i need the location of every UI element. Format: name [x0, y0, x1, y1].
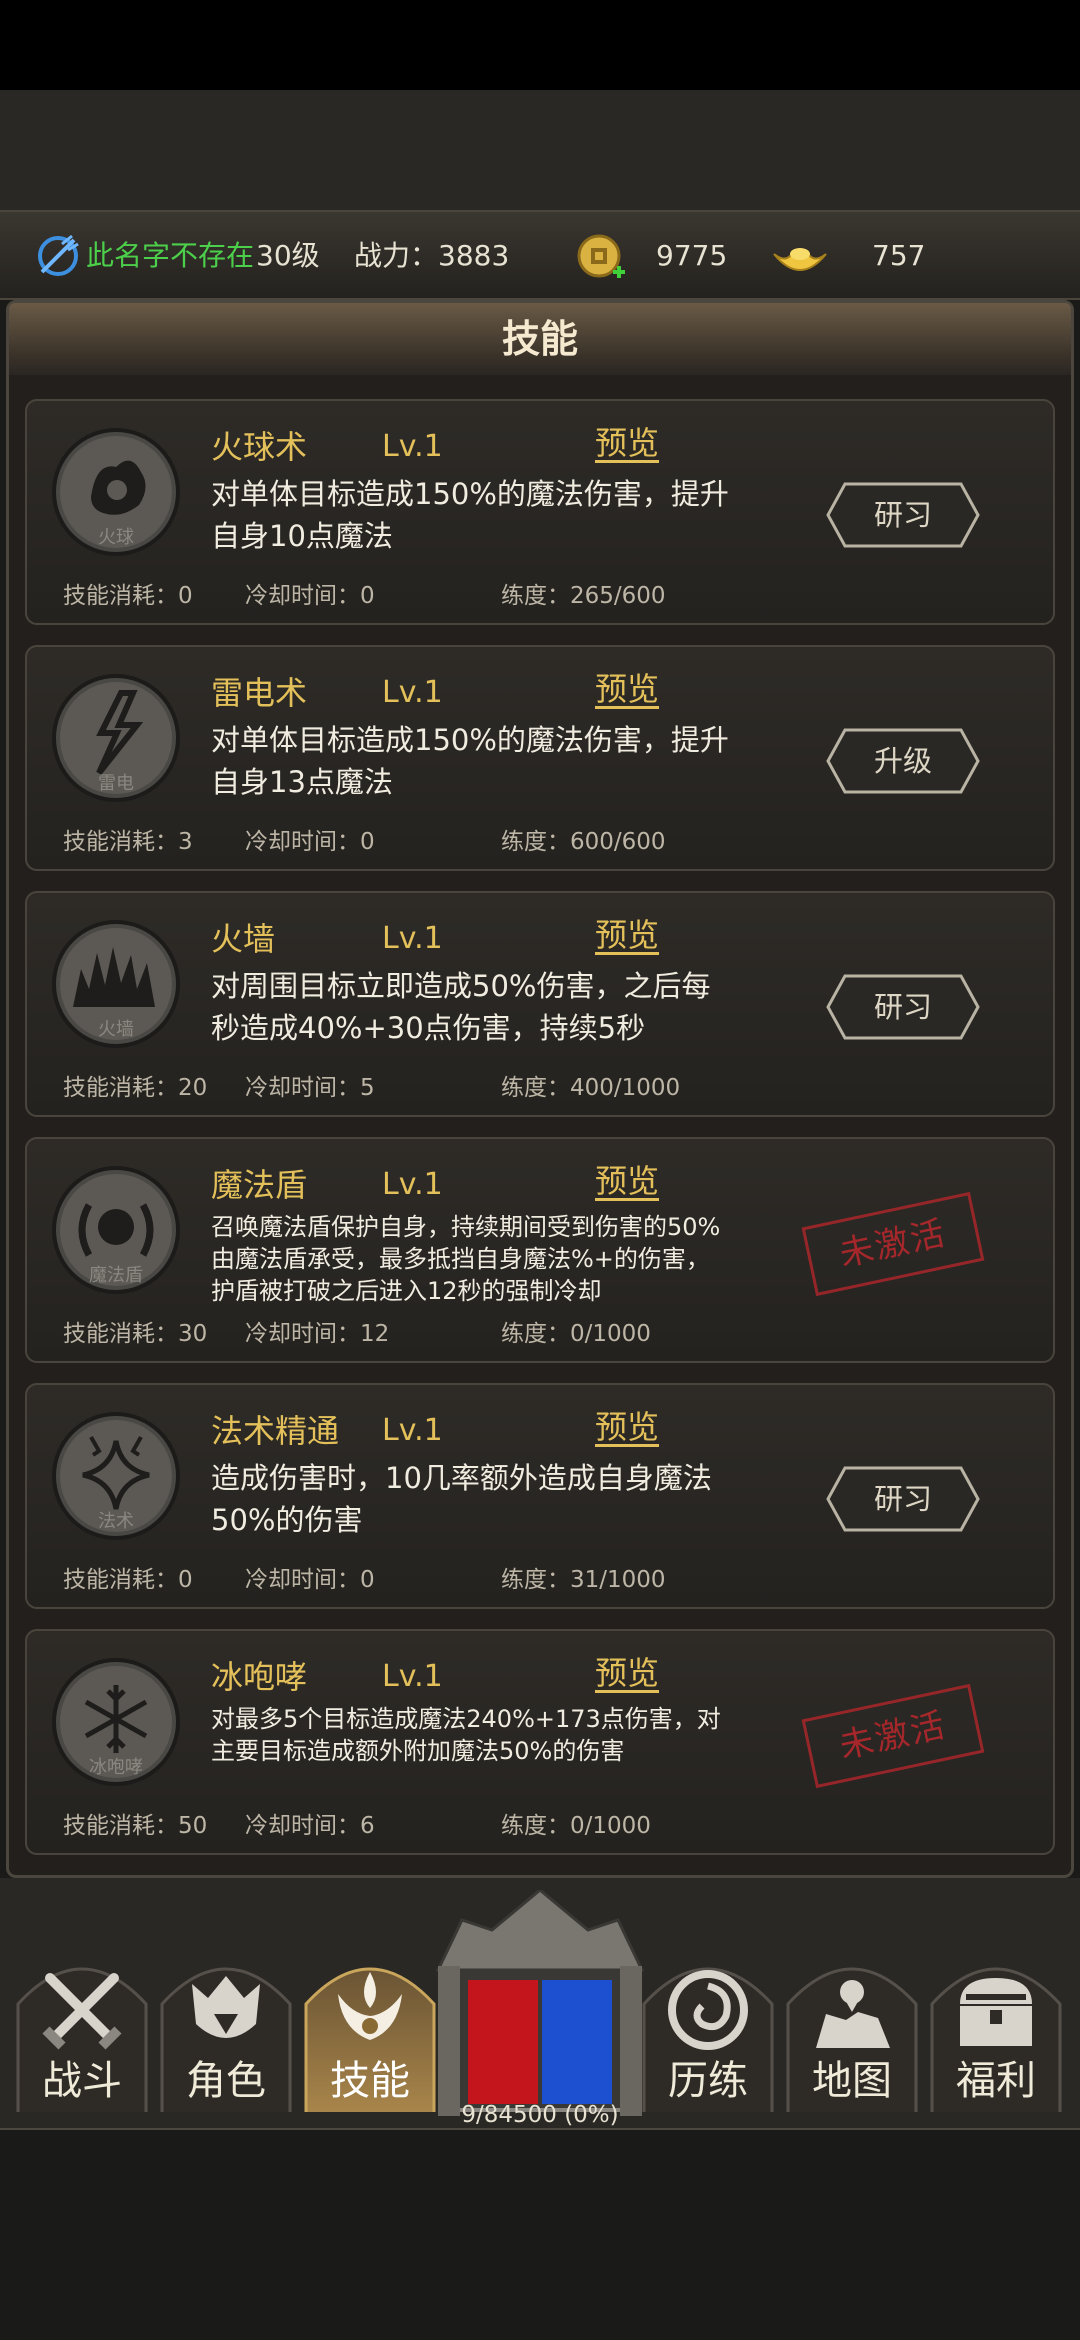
skill-name: 冰咆哮	[211, 1658, 308, 1696]
upgrade-button[interactable]	[825, 727, 981, 795]
skill-level: Lv.1	[382, 921, 443, 956]
skill-description: 召唤魔法盾保护自身，持续期间受到伤害的50%由魔法盾承受，最多抵挡自身魔法%+的…	[211, 1213, 721, 1305]
firewall-icon[interactable]: 火墙	[51, 919, 181, 1049]
vortex-icon	[668, 1970, 748, 2050]
svg-text:魔法盾: 魔法盾	[89, 1265, 143, 1286]
nav-tab-skills[interactable]: 技能	[302, 1944, 438, 2114]
top-spacer	[0, 90, 1080, 210]
skill-cooldown: 冷却时间：0	[245, 829, 375, 855]
combat-power: 战力：3883	[354, 239, 510, 272]
gold-ingot-icon	[773, 248, 827, 271]
snowflake-icon[interactable]: 冰咆哮	[51, 1657, 181, 1787]
nav-tab-map[interactable]: 地图	[784, 1944, 920, 2114]
study-button[interactable]	[825, 973, 981, 1041]
hp-mp-gauge	[435, 1890, 645, 2116]
preview-link[interactable]: 预览	[595, 1161, 659, 1201]
skill-level: Lv.1	[382, 675, 443, 710]
skill-cost: 技能消耗：50	[63, 1813, 208, 1839]
treasure-chest-icon	[960, 1978, 1032, 2046]
skill-card-spell-mastery: 法术 法术精通 Lv.1 预览 造成伤害时，10几率额外造成自身魔法50%的伤害…	[25, 1383, 1055, 1609]
preview-link[interactable]: 预览	[595, 1653, 659, 1693]
skill-description: 对单体目标造成150%的魔法伤害，提升自身10点魔法	[211, 477, 729, 553]
study-button[interactable]	[825, 1465, 981, 1533]
study-button[interactable]	[825, 481, 981, 549]
nav-tab-battle[interactable]: 战斗	[14, 1944, 150, 2114]
bottom-divider	[0, 2128, 1080, 2130]
preview-link[interactable]: 预览	[595, 1407, 659, 1447]
inactive-stamp: 未激活	[801, 1683, 985, 1789]
panel-title: 技能	[9, 303, 1071, 375]
skill-description: 造成伤害时，10几率额外造成自身魔法50%的伤害	[211, 1461, 712, 1537]
skill-level: Lv.1	[382, 429, 443, 464]
magic-shield-icon[interactable]: 魔法盾	[51, 1165, 181, 1295]
svg-text:雷电: 雷电	[98, 773, 134, 794]
skill-card-fireball: 火球 火球术 Lv.1 预览 对单体目标造成150%的魔法伤害，提升自身10点魔…	[25, 399, 1055, 625]
skill-level: Lv.1	[382, 1413, 443, 1448]
coin-plus-icon[interactable]	[575, 232, 627, 284]
skill-proficiency: 练度：0/1000	[501, 1813, 651, 1839]
skill-proficiency: 练度：31/1000	[501, 1567, 666, 1593]
skill-cost: 技能消耗：30	[63, 1321, 208, 1347]
svg-text:法术: 法术	[98, 1511, 134, 1532]
spell-mastery-icon[interactable]: 法术	[51, 1411, 181, 1541]
skill-cost: 技能消耗：0	[63, 1567, 193, 1593]
skill-card-lightning: 雷电 雷电术 Lv.1 预览 对单体目标造成150%的魔法伤害，提升自身13点魔…	[25, 645, 1055, 871]
experience-text: 9/84500 (0%)	[461, 2102, 619, 2128]
inactive-stamp: 未激活	[801, 1191, 985, 1297]
skill-cooldown: 冷却时间：5	[245, 1075, 375, 1101]
lightning-icon[interactable]: 雷电	[51, 673, 181, 803]
skills-flame-icon	[338, 1972, 402, 2040]
skill-card-magic-shield: 魔法盾 魔法盾 Lv.1 预览 召唤魔法盾保护自身，持续期间受到伤害的50%由魔…	[25, 1137, 1055, 1363]
skill-proficiency: 练度：0/1000	[501, 1321, 651, 1347]
skill-name: 火墙	[211, 920, 276, 958]
svg-text:火墙: 火墙	[98, 1019, 134, 1040]
skill-name: 法术精通	[211, 1412, 340, 1450]
ingot-amount: 757	[872, 239, 926, 272]
svg-text:火球: 火球	[98, 527, 134, 548]
skill-name: 魔法盾	[211, 1166, 308, 1204]
skills-panel: 技能 火球 火球术 Lv.1 预览 对单体目标造成150%的魔法伤害，提升自身1…	[6, 300, 1074, 1878]
skill-cooldown: 冷却时间：12	[245, 1321, 390, 1347]
preview-link[interactable]: 预览	[595, 915, 659, 955]
helmet-icon	[192, 1976, 260, 2038]
skill-card-firewall: 火墙 火墙 Lv.1 预览 对周围目标立即造成50%伤害，之后每秒造成40%+3…	[25, 891, 1055, 1117]
skill-name: 火球术	[211, 428, 308, 466]
nav-tab-role[interactable]: 角色	[158, 1944, 294, 2114]
skill-card-ice-roar: 冰咆哮 冰咆哮 Lv.1 预览 对最多5个目标造成魔法240%+173点伤害，对…	[25, 1629, 1055, 1855]
skill-level: Lv.1	[382, 1167, 443, 1202]
nav-tab-welfare[interactable]: 福利	[928, 1944, 1064, 2114]
skill-cost: 技能消耗：3	[63, 829, 193, 855]
crossed-swords-icon	[42, 1973, 122, 2050]
skill-cooldown: 冷却时间：0	[245, 583, 375, 609]
skill-description: 对周围目标立即造成50%伤害，之后每秒造成40%+30点伤害，持续5秒	[211, 969, 711, 1045]
preview-link[interactable]: 预览	[595, 423, 659, 463]
fireball-icon[interactable]: 火球	[51, 427, 181, 557]
skill-level: Lv.1	[382, 1659, 443, 1694]
skill-proficiency: 练度：265/600	[501, 583, 666, 609]
skill-cost: 技能消耗：20	[63, 1075, 208, 1101]
player-status-bar: 此名字不存在 30级 战力：3883 9775 757	[0, 210, 1080, 300]
skill-proficiency: 练度：600/600	[501, 829, 666, 855]
skill-cooldown: 冷却时间：6	[245, 1813, 375, 1839]
svg-text:冰咆哮: 冰咆哮	[89, 1757, 143, 1778]
nav-tab-training[interactable]: 历练	[640, 1944, 776, 2114]
skill-name: 雷电术	[211, 674, 308, 712]
skill-description: 对单体目标造成150%的魔法伤害，提升自身13点魔法	[211, 723, 729, 799]
skill-cooldown: 冷却时间：0	[245, 1567, 375, 1593]
system-top-bar	[0, 0, 1080, 90]
player-name: 此名字不存在	[86, 239, 255, 272]
coin-amount: 9775	[656, 239, 728, 272]
skill-description: 对最多5个目标造成魔法240%+173点伤害，对主要目标造成额外附加魔法50%的…	[211, 1705, 721, 1765]
class-emblem-icon[interactable]	[32, 230, 84, 282]
skill-proficiency: 练度：400/1000	[501, 1075, 681, 1101]
player-level: 30级	[256, 239, 320, 272]
preview-link[interactable]: 预览	[595, 669, 659, 709]
map-icon	[816, 1980, 890, 2048]
skill-cost: 技能消耗：0	[63, 583, 193, 609]
